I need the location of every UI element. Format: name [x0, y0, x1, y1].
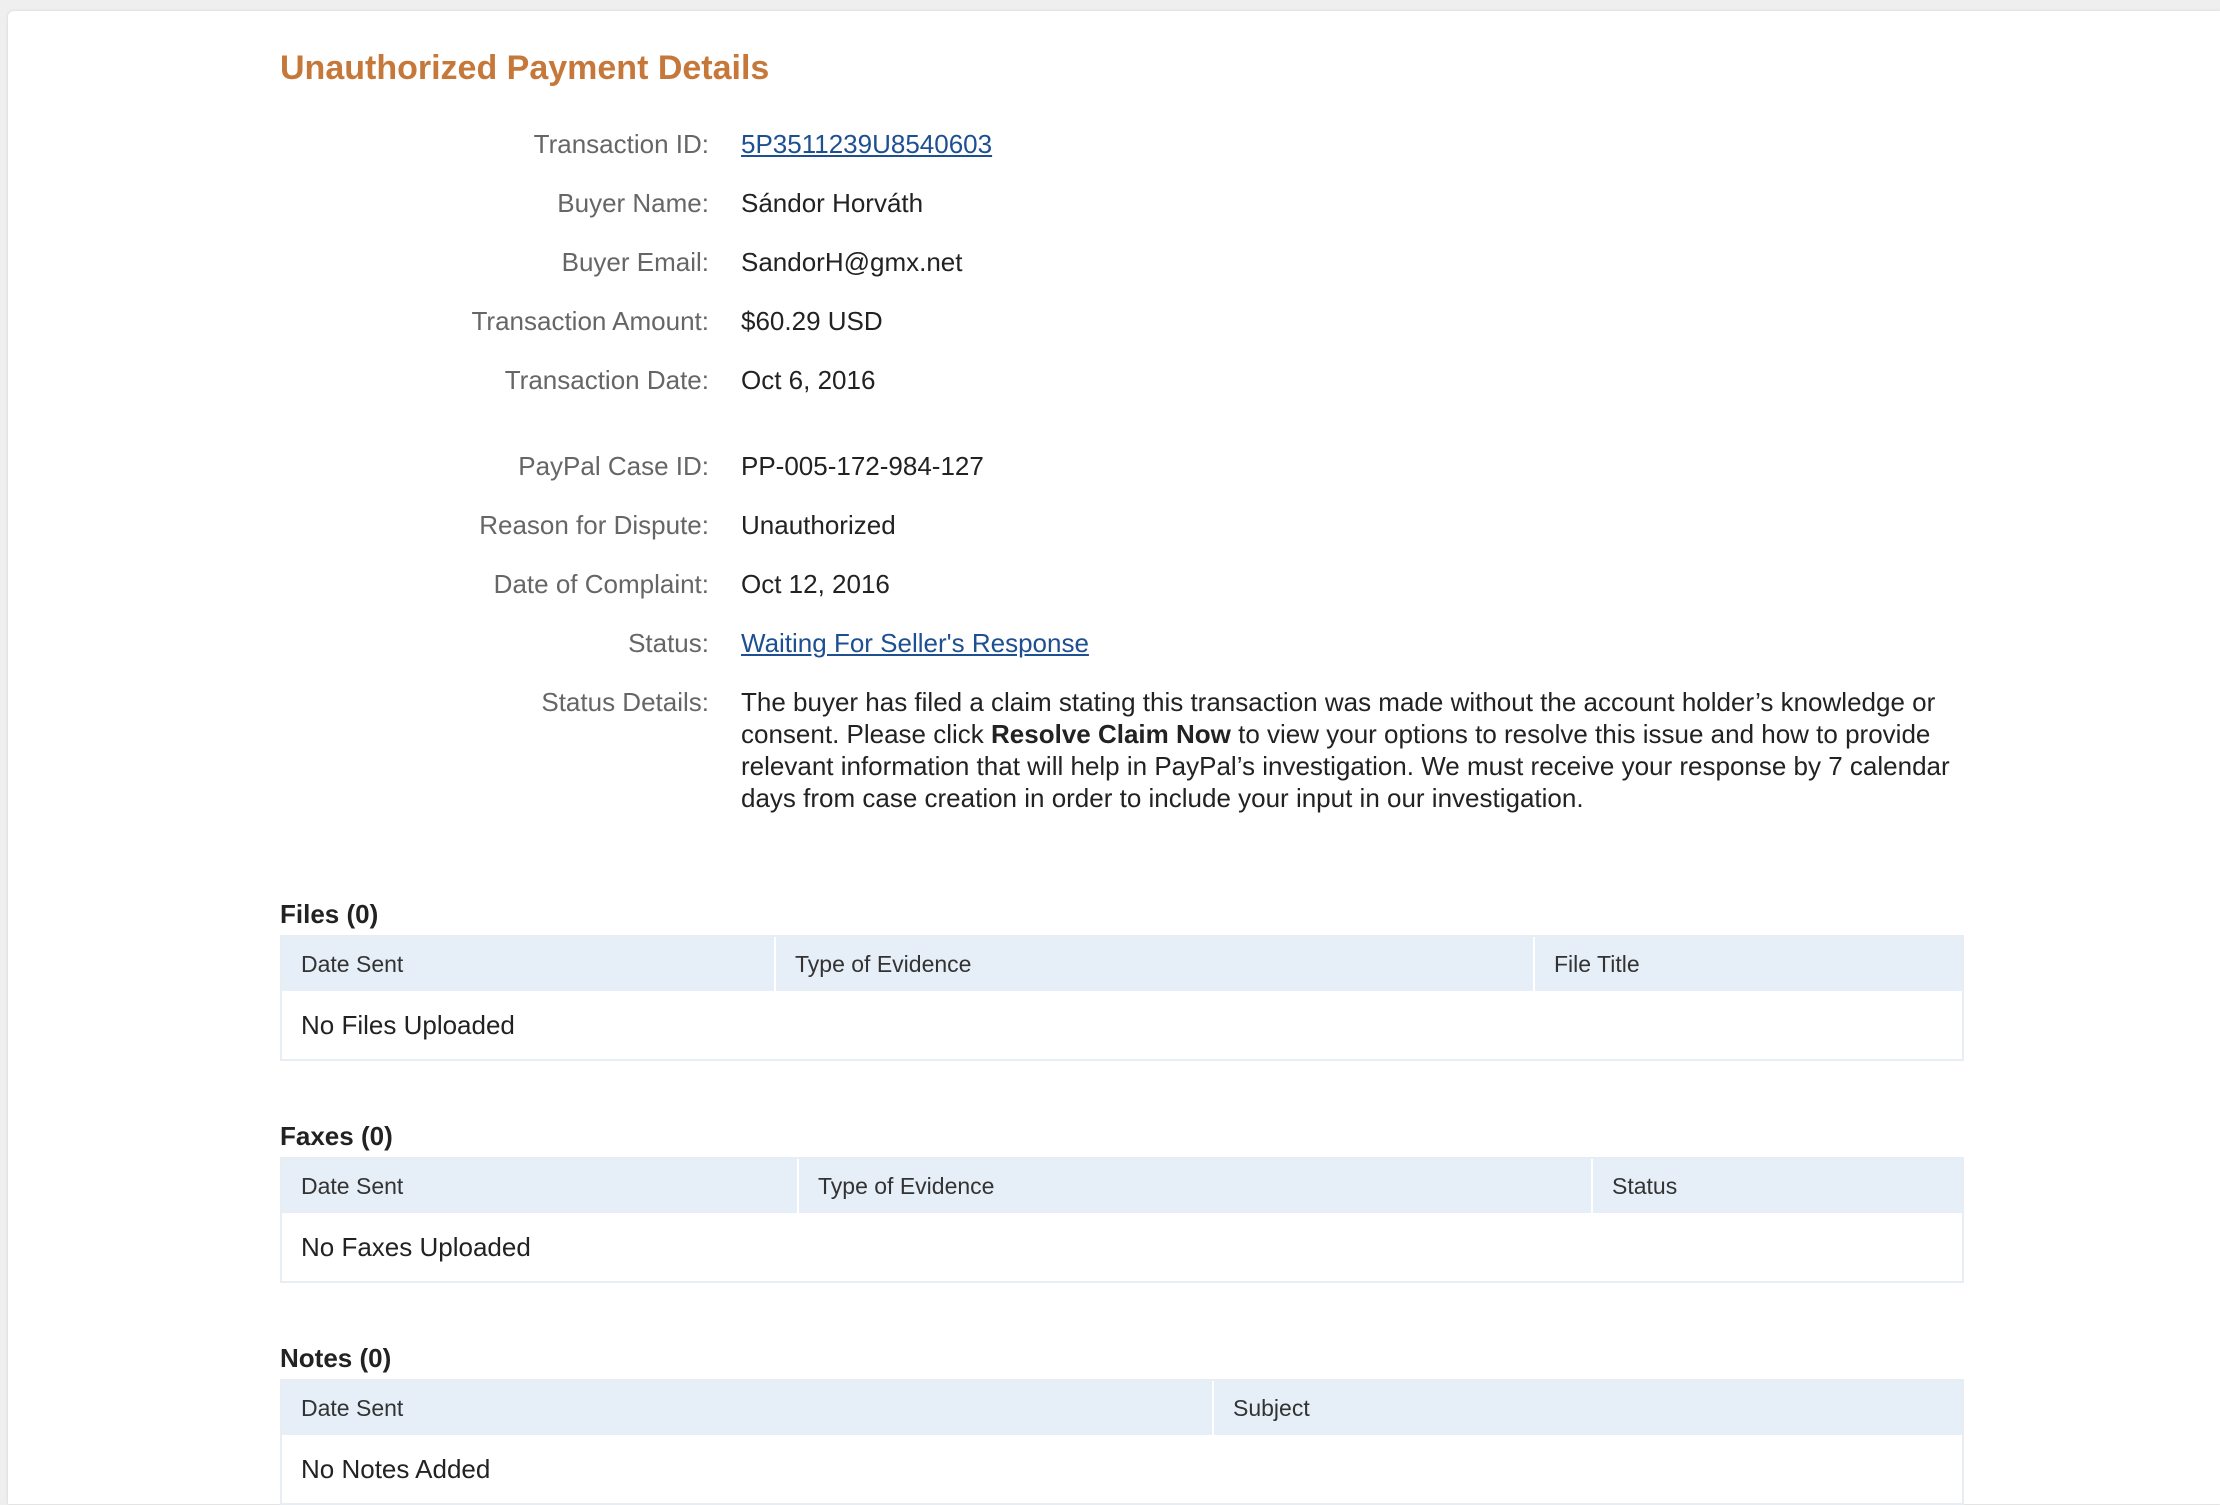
- page-container: Unauthorized Payment Details Transaction…: [8, 11, 2220, 1505]
- status-details-text: The buyer has filed a claim stating this…: [741, 687, 1950, 813]
- page-title: Unauthorized Payment Details: [280, 49, 770, 87]
- status-details-label: Status Details:: [541, 687, 709, 717]
- faxes-section-title: Faxes (0): [280, 1121, 393, 1151]
- faxes-table: Date Sent Type of Evidence Status No Fax…: [280, 1157, 1964, 1283]
- transaction-amount-value: $60.29 USD: [741, 306, 883, 336]
- files-section-title: Files (0): [280, 899, 379, 929]
- case-id-label: PayPal Case ID:: [518, 451, 709, 481]
- complaint-date-value: Oct 12, 2016: [741, 569, 890, 599]
- transaction-amount-label: Transaction Amount:: [471, 306, 710, 336]
- notes-col-date-sent[interactable]: Date Sent: [282, 1381, 1214, 1435]
- reason-label: Reason for Dispute:: [479, 510, 709, 540]
- faxes-table-header: Date Sent Type of Evidence Status: [282, 1159, 1962, 1213]
- buyer-email-label: Buyer Email:: [561, 247, 709, 277]
- notes-table: Date Sent Subject No Notes Added: [280, 1379, 1964, 1505]
- status-label: Status:: [628, 628, 709, 658]
- files-table: Date Sent Type of Evidence File Title No…: [280, 935, 1964, 1061]
- notes-section-title: Notes (0): [280, 1343, 392, 1373]
- files-col-date-sent[interactable]: Date Sent: [282, 937, 776, 991]
- transaction-date-value: Oct 6, 2016: [741, 365, 876, 395]
- files-col-type-of-evidence[interactable]: Type of Evidence: [776, 937, 1535, 991]
- files-empty-message: No Files Uploaded: [301, 1010, 515, 1040]
- faxes-col-status[interactable]: Status: [1593, 1159, 1962, 1213]
- case-id-value: PP-005-172-984-127: [741, 451, 984, 481]
- status-link[interactable]: Waiting For Seller's Response: [741, 628, 1089, 658]
- resolve-claim-emphasis: Resolve Claim Now: [991, 719, 1231, 749]
- buyer-name-label: Buyer Name:: [557, 188, 709, 218]
- files-col-file-title[interactable]: File Title: [1535, 937, 1962, 991]
- reason-value: Unauthorized: [741, 510, 896, 540]
- transaction-date-label: Transaction Date:: [504, 365, 709, 395]
- faxes-col-date-sent[interactable]: Date Sent: [282, 1159, 799, 1213]
- buyer-name-value: Sándor Horváth: [741, 188, 924, 218]
- transaction-id-label: Transaction ID:: [533, 129, 709, 159]
- notes-table-header: Date Sent Subject: [282, 1381, 1962, 1435]
- notes-col-subject[interactable]: Subject: [1214, 1381, 1962, 1435]
- faxes-empty-message: No Faxes Uploaded: [301, 1232, 531, 1262]
- transaction-id-link[interactable]: 5P3511239U8540603: [741, 129, 992, 159]
- files-table-header: Date Sent Type of Evidence File Title: [282, 937, 1962, 991]
- notes-empty-message: No Notes Added: [301, 1454, 491, 1484]
- faxes-col-type-of-evidence[interactable]: Type of Evidence: [799, 1159, 1593, 1213]
- buyer-email-value: SandorH@gmx.net: [741, 247, 963, 277]
- complaint-date-label: Date of Complaint:: [493, 569, 709, 599]
